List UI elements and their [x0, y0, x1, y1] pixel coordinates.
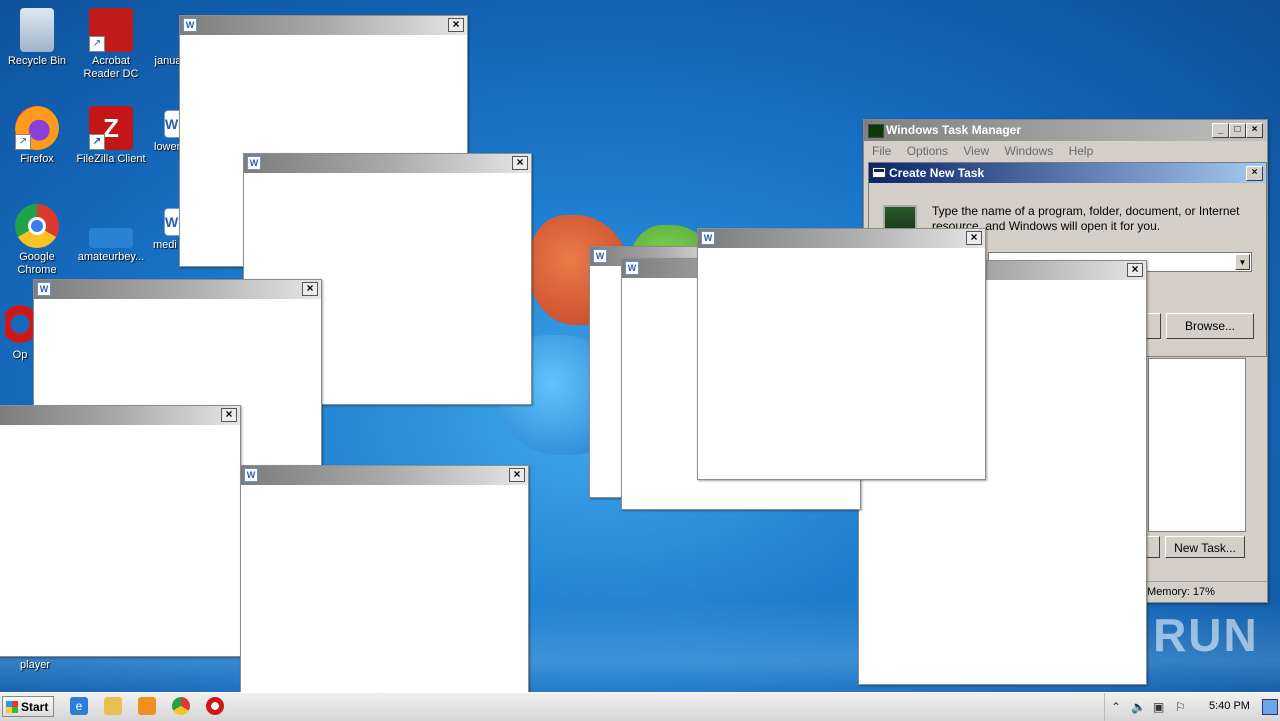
close-button[interactable]: × [512, 156, 528, 170]
word-icon: W [625, 261, 639, 275]
opera-icon [5, 302, 35, 346]
desktop-icon-chrome[interactable]: Google Chrome [0, 204, 74, 277]
action-center-flag-icon[interactable]: ⚐ [1175, 700, 1186, 714]
media-player-icon[interactable] [138, 697, 156, 715]
create-new-task-titlebar[interactable]: Create New Task × [869, 163, 1266, 183]
system-tray: ⌃ 🔈 ▣ ⚐ 5:40 PM [1104, 693, 1280, 721]
desktop-icon-filezilla[interactable]: Z ↗ FileZilla Client [74, 106, 148, 166]
watermark: ANY RUN [1036, 609, 1259, 661]
desktop-icon-recycle-bin[interactable]: Recycle Bin [0, 8, 74, 68]
close-button[interactable]: × [302, 282, 318, 296]
close-button[interactable]: × [1246, 123, 1263, 138]
chrome-icon [15, 204, 59, 248]
show-hidden-icons-icon[interactable]: ⌃ [1111, 700, 1121, 714]
close-button[interactable]: × [966, 231, 982, 245]
desktop-icon-player[interactable]: player [0, 659, 70, 672]
desktop-icon-amateurbey[interactable]: amateurbey... [74, 204, 148, 264]
chevron-down-icon[interactable]: ▼ [1235, 254, 1250, 270]
new-task-button[interactable]: New Task... [1165, 536, 1245, 558]
dialog-close-button[interactable]: × [1246, 166, 1263, 181]
run-icon [872, 167, 886, 178]
word-icon: W [244, 468, 258, 482]
close-button[interactable]: × [509, 468, 525, 482]
menu-windows[interactable]: Windows [1005, 144, 1054, 158]
close-button[interactable]: × [448, 18, 464, 32]
filezilla-icon: Z ↗ [89, 106, 133, 150]
menu-help[interactable]: Help [1069, 144, 1094, 158]
word-window[interactable]: W × [240, 465, 529, 717]
show-desktop-button[interactable] [1262, 699, 1278, 715]
word-icon: W [701, 231, 715, 245]
volume-icon[interactable]: 🔈 [1131, 700, 1146, 714]
acrobat-icon: ↗ [89, 8, 133, 52]
word-window[interactable]: W × [697, 228, 986, 480]
applications-list[interactable] [1148, 358, 1246, 532]
internet-explorer-icon[interactable]: e [70, 697, 88, 715]
task-manager-titlebar[interactable]: Windows Task Manager _ □ × [864, 120, 1267, 141]
windows-flag-icon [6, 701, 18, 713]
folder-icon[interactable] [104, 697, 122, 715]
chrome-icon[interactable] [172, 697, 190, 715]
start-button[interactable]: Start [2, 696, 54, 717]
word-icon: W [37, 282, 51, 296]
word-doc-icon [158, 8, 178, 52]
firefox-icon: ↗ [15, 106, 59, 150]
word-icon: W [183, 18, 197, 32]
task-manager-menubar: File Options View Windows Help [864, 141, 1267, 161]
word-icon: W [593, 249, 607, 263]
browse-button[interactable]: Browse... [1166, 313, 1254, 339]
task-manager-icon [868, 124, 884, 138]
opera-icon[interactable] [206, 697, 224, 715]
clock[interactable]: 5:40 PM [1209, 700, 1250, 712]
word-window[interactable]: × [0, 405, 241, 657]
memory-status: Memory: 17% [1147, 586, 1215, 598]
menu-file[interactable]: File [872, 144, 891, 158]
file-icon [89, 228, 133, 248]
desktop-icon-firefox[interactable]: ↗ Firefox [0, 106, 74, 166]
network-icon[interactable]: ▣ [1153, 700, 1164, 714]
recycle-bin-icon [20, 8, 54, 52]
menu-view[interactable]: View [963, 144, 989, 158]
taskbar: Start e ⌃ 🔈 ▣ ⚐ 5:40 PM [0, 692, 1280, 721]
maximize-button[interactable]: □ [1229, 123, 1246, 138]
menu-options[interactable]: Options [907, 144, 948, 158]
close-button[interactable]: × [1127, 263, 1143, 277]
close-button[interactable]: × [221, 408, 237, 422]
minimize-button[interactable]: _ [1212, 123, 1229, 138]
word-icon: W [247, 156, 261, 170]
